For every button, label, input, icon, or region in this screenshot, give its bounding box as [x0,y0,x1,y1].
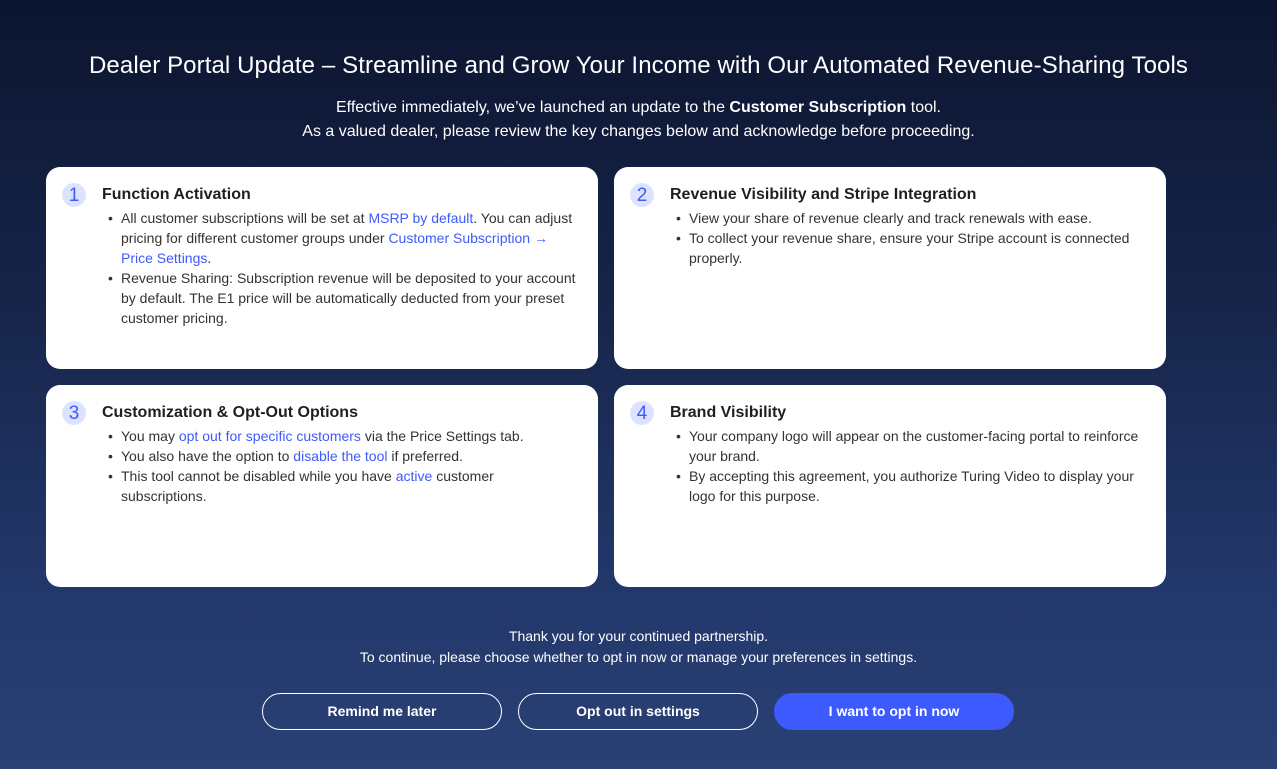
card-title: Function Activation [102,186,251,203]
step-number-badge: 3 [62,401,86,425]
list-item: All customer subscriptions will be set a… [108,208,578,268]
remind-me-later-button[interactable]: Remind me later [262,693,502,730]
list-item: Revenue Sharing: Subscription revenue wi… [108,268,578,328]
list-item: By accepting this agreement, you authori… [676,466,1146,506]
opt-out-in-settings-button[interactable]: Opt out in settings [518,693,758,730]
disable-tool-link[interactable]: disable the tool [293,448,387,464]
intro-text: Effective immediately, we’ve launched an… [0,96,1277,144]
card-title: Brand Visibility [670,404,787,421]
msrp-default-link[interactable]: MSRP by default [368,210,473,226]
list-item: View your share of revenue clearly and t… [676,208,1146,228]
opt-in-now-button[interactable]: I want to opt in now [774,693,1014,730]
page-title: Dealer Portal Update – Streamline and Gr… [89,52,1188,79]
card-bullet-list: Your company logo will appear on the cus… [676,426,1146,506]
intro-line-1: Effective immediately, we’ve launched an… [335,99,941,116]
card-bullet-list: View your share of revenue clearly and t… [676,208,1146,268]
card-bullet-list: All customer subscriptions will be set a… [108,208,578,328]
card-function-activation: 1 Function Activation All customer subsc… [46,167,598,369]
list-item: Your company logo will appear on the cus… [676,426,1146,466]
step-number-badge: 2 [630,183,654,207]
card-brand-visibility: 4 Brand Visibility Your company logo wil… [614,385,1166,587]
intro-bold-tool-name: Customer Subscription [729,99,907,116]
card-title: Customization & Opt-Out Options [102,404,358,421]
active-subscriptions-link[interactable]: active [396,468,433,484]
list-item: You may opt out for specific customers v… [108,426,578,446]
list-item: You also have the option to disable the … [108,446,578,466]
list-item: To collect your revenue share, ensure yo… [676,228,1146,268]
card-customization-opt-out: 3 Customization & Opt-Out Options You ma… [46,385,598,587]
step-number-badge: 4 [630,401,654,425]
footer-line-2: To continue, please choose whether to op… [359,649,918,665]
footer-text: Thank you for your continued partnership… [0,626,1277,668]
step-number-badge: 1 [62,183,86,207]
card-title: Revenue Visibility and Stripe Integratio… [670,186,977,203]
footer-line-1: Thank you for your continued partnership… [508,628,769,644]
card-bullet-list: You may opt out for specific customers v… [108,426,578,506]
list-item: This tool cannot be disabled while you h… [108,466,578,506]
opt-out-specific-customers-link[interactable]: opt out for specific customers [179,428,361,444]
intro-line-2: As a valued dealer, please review the ke… [302,123,975,140]
card-revenue-visibility: 2 Revenue Visibility and Stripe Integrat… [614,167,1166,369]
